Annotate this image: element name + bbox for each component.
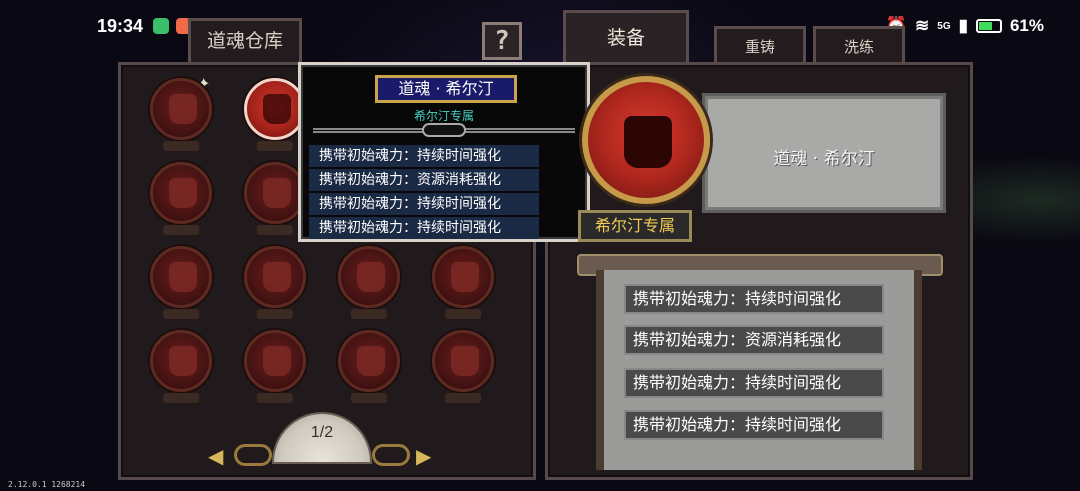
battery-percent: 61%: [1009, 16, 1044, 35]
soul-name-box: 道魂 · 希尔汀: [702, 93, 946, 213]
status-bar: 19:34 ⏰ ≋ 5G ▮ 61%: [0, 0, 1080, 54]
wifi-icon: ≋: [915, 16, 930, 35]
tab-soul-warehouse[interactable]: 道魂仓库: [188, 18, 302, 62]
ornament-left: [234, 444, 272, 466]
tooltip-attribute: 携带初始魂力：资源消耗强化: [309, 169, 539, 191]
next-page-arrow-icon[interactable]: ▶: [416, 444, 431, 468]
soul-face-icon: [169, 262, 197, 292]
tooltip-attribute: 携带初始魂力：持续时间强化: [309, 217, 539, 239]
prev-page-arrow-icon[interactable]: ◀: [208, 444, 223, 468]
soul-face-icon: [263, 178, 291, 208]
equipped-soul-orb[interactable]: [582, 76, 710, 204]
soul-face-icon: [263, 94, 291, 124]
soul-orb-slot[interactable]: [432, 330, 494, 403]
ornament-right: [372, 444, 410, 466]
tab-recast[interactable]: 重铸: [714, 26, 806, 64]
soul-tooltip: 道魂 · 希尔汀 希尔汀专属 携带初始魂力：持续时间强化 携带初始魂力：资源消耗…: [298, 62, 590, 242]
network-label: 5G: [937, 20, 951, 32]
soul-face-icon: [451, 262, 479, 292]
soul-face-icon: [169, 178, 197, 208]
version-label: 2.12.0.1 1268214: [8, 480, 86, 489]
soul-orb-slot[interactable]: [150, 246, 212, 319]
soul-face-icon: [624, 116, 672, 168]
soul-orb-slot[interactable]: [338, 330, 400, 403]
soul-orb-slot[interactable]: [150, 330, 212, 403]
soul-orb-slot[interactable]: [244, 330, 306, 403]
soul-orb-slot[interactable]: [244, 162, 306, 235]
tooltip-title: 道魂 · 希尔汀: [375, 75, 517, 103]
tab-refine[interactable]: 洗练: [813, 26, 905, 64]
tooltip-divider: [313, 123, 575, 137]
soul-face-icon: [263, 346, 291, 376]
signal-icon: ▮: [958, 16, 968, 35]
soul-name: 道魂 · 希尔汀: [773, 149, 875, 169]
tab-equip[interactable]: 装备: [563, 10, 689, 64]
soul-face-icon: [357, 262, 385, 292]
tooltip-attribute: 携带初始魂力：持续时间强化: [309, 145, 539, 167]
soul-face-icon: [451, 346, 479, 376]
soul-face-icon: [263, 262, 291, 292]
soul-face-icon: [357, 346, 385, 376]
page-indicator: 1/2: [310, 424, 334, 441]
app-notification-icon: [153, 18, 169, 34]
soul-orb-slot-selected[interactable]: [244, 78, 306, 151]
attribute-row: 携带初始魂力：持续时间强化: [624, 284, 884, 314]
soul-orb-slot[interactable]: [432, 246, 494, 319]
exclusive-badge: 希尔汀专属: [578, 210, 692, 242]
soul-orb-slot[interactable]: [150, 78, 212, 151]
attribute-row: 携带初始魂力：资源消耗强化: [624, 325, 884, 355]
soul-face-icon: [169, 346, 197, 376]
soul-orb-slot[interactable]: [338, 246, 400, 319]
tooltip-subtitle: 希尔汀专属: [413, 109, 474, 123]
soul-orb-slot[interactable]: [150, 162, 212, 235]
status-right: ⏰ ≋ 5G ▮ 61%: [886, 16, 1044, 36]
status-time: 19:34: [97, 16, 144, 36]
help-button[interactable]: ?: [482, 22, 522, 60]
soul-orb-slot[interactable]: [244, 246, 306, 319]
soul-face-icon: [169, 94, 197, 124]
attribute-row: 携带初始魂力：持续时间强化: [624, 368, 884, 398]
tooltip-attribute: 携带初始魂力：持续时间强化: [309, 193, 539, 215]
attribute-row: 携带初始魂力：持续时间强化: [624, 410, 884, 440]
battery-icon: [975, 19, 1002, 33]
